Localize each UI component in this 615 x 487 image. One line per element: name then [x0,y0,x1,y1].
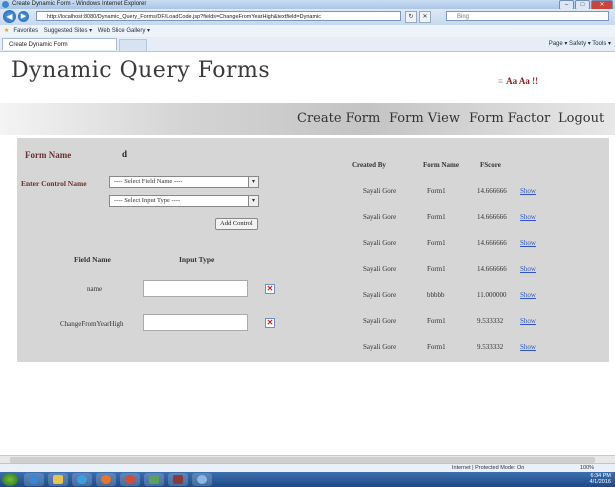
taskbar-firefox-button[interactable] [96,473,116,486]
favorites-star-icon[interactable]: ★ [4,28,9,34]
window-titlebar: Create Dynamic Form - Windows Internet E… [0,0,615,10]
col-form-name: Form Name [423,161,459,169]
delete-icon[interactable]: ✕ [265,318,275,328]
show-link[interactable]: Show [520,343,536,351]
menu-create-form[interactable]: Create Form [297,111,380,126]
col-fscore: FScore [480,161,501,169]
taskbar-app-button[interactable] [144,473,164,486]
cell-form-name: Form1 [427,239,446,247]
cell-form-name: Form1 [427,213,446,221]
text-size-icon: ≡ [498,76,504,86]
field-row-changefromyearhigh: ChangeFromYearHigh [60,320,124,328]
show-link[interactable]: Show [520,213,536,221]
cell-created-by: Sayali Gore [363,213,397,221]
cell-created-by: Sayali Gore [363,343,397,351]
taskbar-ie-button[interactable] [24,473,44,486]
cell-form-name: Form1 [427,343,446,351]
menu-logout[interactable]: Logout [558,111,604,126]
delete-icon[interactable]: ✕ [265,284,275,294]
web-slice-gallery-link[interactable]: Web Slice Gallery ▾ [98,28,150,34]
chevron-down-icon: ▾ [248,177,258,187]
stop-icon[interactable]: ✕ [419,11,431,23]
cell-fscore: 14.666666 [477,213,507,221]
taskbar-explorer-button[interactable] [48,473,68,486]
cell-fscore: 14.666666 [477,265,507,273]
show-link[interactable]: Show [520,317,536,325]
favorites-bar: ★ Favorites Suggested Sites ▾ Web Slice G… [0,25,615,37]
show-link[interactable]: Show [520,265,536,273]
navigation-bar: ◀ ▶ http://localhost:8080/Dynamic_Query_… [0,9,615,26]
ie-logo-icon [2,1,9,8]
start-button[interactable] [2,473,18,486]
menu-form-factor[interactable]: Form Factor [469,111,550,126]
cell-form-name: Form1 [427,317,446,325]
taskbar-app2-button[interactable] [168,473,188,486]
cell-form-name: Form1 [427,187,446,195]
show-link[interactable]: Show [520,291,536,299]
content-panel: Form Name d Enter Control Name ---- Sele… [17,138,609,362]
back-icon[interactable]: ◀ [3,10,16,23]
cell-fscore: 9.533332 [477,343,504,351]
field-name-select-value: ---- Select Field Name ---- [114,178,183,185]
tray-date: 4/1/2016 [589,479,611,485]
cell-form-name: Form1 [427,265,446,273]
chevron-down-icon: ▾ [248,196,258,206]
address-buttons: ↻ ✕ [405,11,431,23]
cell-fscore: 11.000000 [477,291,507,299]
cell-fscore: 9.533332 [477,317,504,325]
system-tray: 6:34 PM 4/1/2016 [590,473,611,485]
show-link[interactable]: Show [520,239,536,247]
field-input-changefromyearhigh[interactable] [143,314,248,331]
cell-created-by: Sayali Gore [363,291,397,299]
address-bar[interactable]: http://localhost:8080/Dynamic_Query_Form… [36,11,401,21]
tab-bar: Create Dynamic Form Page ▾ Safety ▾ Tool… [0,37,615,52]
show-link[interactable]: Show [520,187,536,195]
site-brand: Dynamic Query Forms [11,58,271,83]
taskbar-media-button[interactable] [72,473,92,486]
main-menu: Create Form Form View Form Factor Logout [0,103,615,135]
new-tab-button[interactable] [119,39,147,52]
field-row-name: name [87,285,103,293]
field-input-name[interactable] [143,280,248,297]
cell-fscore: 14.666666 [477,187,507,195]
search-input[interactable]: Bing [446,11,609,21]
tab-create-dynamic-form[interactable]: Create Dynamic Form [2,38,117,50]
cell-created-by: Sayali Gore [363,239,397,247]
menu-form-view[interactable]: Form View [389,111,460,126]
cell-created-by: Sayali Gore [363,187,397,195]
field-name-column-header: Field Name [74,255,111,264]
input-type-column-header: Input Type [179,255,215,264]
refresh-icon[interactable]: ↻ [405,11,417,23]
col-created-by: Created By [352,161,386,169]
cell-created-by: Sayali Gore [363,317,397,325]
suggested-sites-link[interactable]: Suggested Sites ▾ [44,28,92,34]
form-name-value: d [122,149,128,159]
field-name-select[interactable]: ---- Select Field Name ---- ▾ [109,176,259,188]
taskbar-app3-button[interactable] [192,473,212,486]
add-control-button[interactable]: Add Control [215,218,258,230]
input-type-select[interactable]: ---- Select Input Type ---- ▾ [109,195,259,207]
taskbar-chrome-button[interactable] [120,473,140,486]
font-size-links[interactable]: Aa Aa !! [506,76,538,86]
favorites-button[interactable]: Favorites [13,28,38,34]
enter-control-label: Enter Control Name [21,179,87,188]
form-name-label: Form Name [25,150,72,160]
input-type-select-value: ---- Select Input Type ---- [114,197,181,204]
taskbar: 6:34 PM 4/1/2016 [0,472,615,487]
forward-icon[interactable]: ▶ [18,11,29,22]
font-size-controls: ≡ Aa Aa !! [498,76,538,86]
window-title: Create Dynamic Form - Windows Internet E… [12,1,147,7]
cell-form-name: bbbbb [427,291,445,299]
command-bar[interactable]: Page ▾ Safety ▾ Tools ▾ [549,39,611,49]
cell-created-by: Sayali Gore [363,265,397,273]
cell-fscore: 14.666666 [477,239,507,247]
